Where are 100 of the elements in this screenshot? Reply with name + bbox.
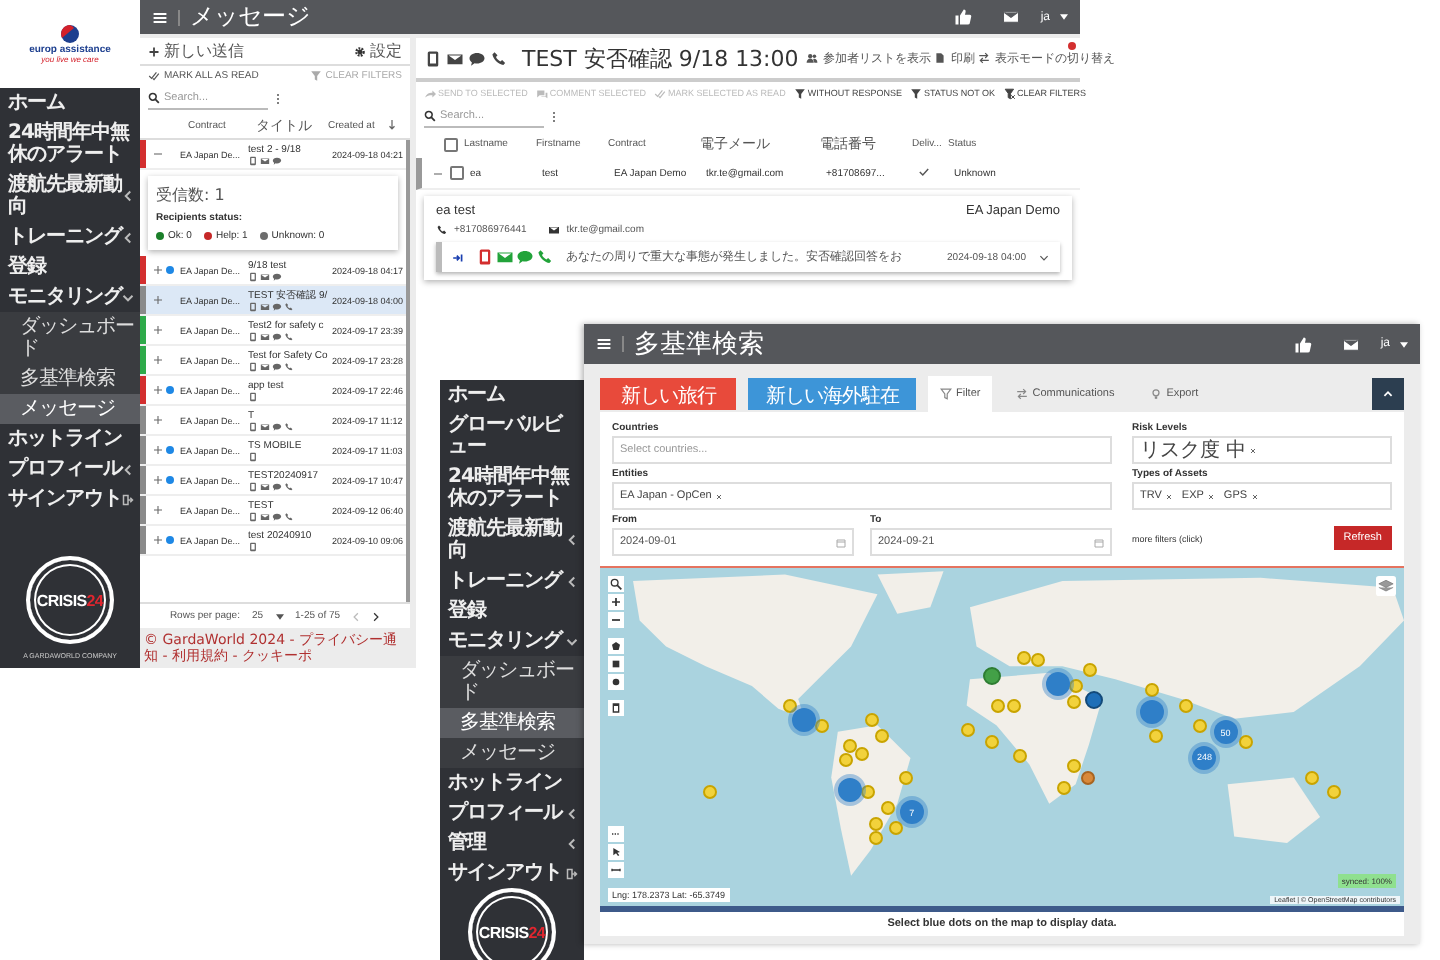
expand-toggle-icon[interactable] — [154, 326, 162, 334]
select-all-checkbox[interactable] — [444, 137, 458, 151]
nav-subitem[interactable]: メッセージ — [440, 738, 584, 768]
draw-circle-icon[interactable] — [608, 674, 624, 690]
remove-icon[interactable] — [715, 493, 722, 499]
sign-out-icon — [566, 867, 578, 879]
mobile-phone-icon — [248, 361, 258, 371]
swap-arrows-icon — [1016, 388, 1029, 400]
row-checkbox[interactable] — [450, 166, 464, 180]
thumbs-up-icon[interactable] — [1294, 335, 1313, 353]
nav-item[interactable]: サインアウト — [0, 484, 140, 514]
mobile-phone-icon — [248, 481, 258, 491]
expand-toggle-icon[interactable] — [154, 266, 162, 274]
thumbs-up-icon[interactable] — [954, 8, 973, 26]
nav-item[interactable]: 24時間年中無休のアラート — [0, 118, 140, 170]
expand-toggle-icon[interactable] — [154, 150, 162, 158]
pointer-icon[interactable] — [608, 844, 624, 860]
draw-polygon-icon[interactable] — [608, 638, 624, 654]
chevron-icon — [566, 837, 578, 849]
nav-item[interactable]: サインアウト — [440, 858, 584, 888]
expand-toggle-icon[interactable] — [154, 386, 162, 394]
expand-toggle-icon[interactable] — [154, 416, 162, 424]
nav-item[interactable]: ホットライン — [0, 424, 140, 454]
settings-link[interactable]: 設定 — [370, 40, 402, 62]
chevron-icon — [122, 463, 134, 475]
nav-item[interactable]: プロフィール — [0, 454, 140, 484]
new-message-link[interactable]: 新しい送信 — [164, 40, 244, 62]
menu-icon[interactable] — [596, 336, 624, 352]
menu-icon[interactable] — [152, 9, 180, 25]
nav-item[interactable]: ホーム — [0, 88, 140, 118]
nav-item[interactable]: 管理 — [440, 828, 584, 858]
trash-icon[interactable] — [608, 700, 624, 716]
nav-item[interactable]: 登録 — [0, 252, 140, 282]
collapse-button[interactable] — [1372, 378, 1404, 410]
document-icon — [934, 52, 947, 64]
expand-toggle-icon[interactable] — [154, 476, 162, 484]
remove-icon[interactable] — [1251, 493, 1258, 499]
sign-out-icon — [122, 493, 134, 505]
nav-subitem[interactable]: ダッシュボード — [0, 312, 140, 364]
phone-icon — [284, 331, 294, 341]
settings-icon[interactable] — [354, 45, 366, 57]
nav-item[interactable]: 渡航先最新動向 — [0, 170, 140, 222]
phone-icon — [490, 49, 508, 67]
comments-icon — [535, 87, 548, 99]
expand-toggle-icon[interactable] — [154, 356, 162, 364]
nav-subitem[interactable]: 多基準検索 — [440, 708, 584, 738]
zoom-out-icon[interactable] — [608, 612, 624, 628]
nav-item[interactable]: グローバルビュー — [440, 410, 584, 462]
risk-levels-field[interactable]: リスク度 中 — [1132, 436, 1392, 464]
remove-icon[interactable] — [1207, 493, 1214, 499]
previous-page-icon[interactable] — [352, 611, 361, 621]
double-check-icon[interactable] — [148, 70, 160, 82]
resize-handle[interactable] — [600, 906, 1404, 912]
nav-subitem[interactable]: ダッシュボード — [440, 656, 584, 708]
draw-rectangle-icon[interactable] — [608, 656, 624, 672]
expand-toggle-icon[interactable] — [154, 536, 162, 544]
nav-item[interactable]: 24時間年中無休のアラート — [440, 462, 584, 514]
mobile-phone-icon — [248, 155, 258, 165]
crisis-logo-ring: CRISIS24 — [468, 888, 556, 960]
chevron-icon — [566, 635, 578, 647]
expand-toggle-icon[interactable] — [154, 446, 162, 454]
next-page-icon[interactable] — [372, 611, 381, 621]
nav-item[interactable]: トレーニング — [0, 222, 140, 252]
expand-toggle-icon[interactable] — [154, 296, 162, 304]
nav-item[interactable]: ホットライン — [440, 768, 584, 798]
search-icon[interactable] — [608, 576, 624, 592]
chevron-down-icon[interactable] — [1038, 251, 1050, 263]
nav-item[interactable]: トレーニング — [440, 566, 584, 596]
chat-bubble-icon — [272, 331, 282, 341]
remove-icon[interactable] — [1165, 493, 1172, 499]
chevron-icon — [122, 190, 134, 202]
remove-icon[interactable] — [1250, 447, 1257, 453]
plus-icon[interactable] — [148, 45, 160, 57]
calendar-icon — [836, 537, 846, 547]
nav-subitem[interactable]: メッセージ — [0, 394, 140, 424]
phone-icon — [436, 224, 448, 236]
mobile-phone-icon — [424, 49, 442, 67]
phone-icon — [284, 421, 294, 431]
new-item-button[interactable]: 新しい旅行 — [600, 378, 736, 410]
chat-bubble-icon — [272, 421, 282, 431]
phone-icon — [284, 481, 294, 491]
zoom-in-icon[interactable] — [608, 594, 624, 610]
mobile-phone-icon — [248, 391, 258, 401]
nav-item[interactable]: プロフィール — [440, 798, 584, 828]
nav-item[interactable]: 登録 — [440, 596, 584, 626]
nav-item[interactable]: ホーム — [440, 380, 584, 410]
clear-filter-icon[interactable] — [309, 70, 322, 82]
mail-icon[interactable] — [1002, 8, 1021, 26]
expand-toggle-icon[interactable] — [154, 506, 162, 514]
ruler-icon[interactable] — [608, 862, 624, 878]
nav-item[interactable]: 渡航先最新動向 — [440, 514, 584, 566]
nav-item[interactable]: モニタリング — [440, 626, 584, 656]
map-marker[interactable] — [1069, 679, 1084, 694]
nav-subitem[interactable]: 多基準検索 — [0, 364, 140, 394]
nav-item[interactable]: モニタリング — [0, 282, 140, 312]
chevron-icon — [122, 231, 134, 243]
layers-icon[interactable] — [1376, 576, 1396, 596]
mail-icon[interactable] — [1342, 335, 1361, 353]
recipient-count: 受信数: 1 — [156, 184, 227, 206]
expand-toggle-icon[interactable] — [434, 169, 442, 177]
